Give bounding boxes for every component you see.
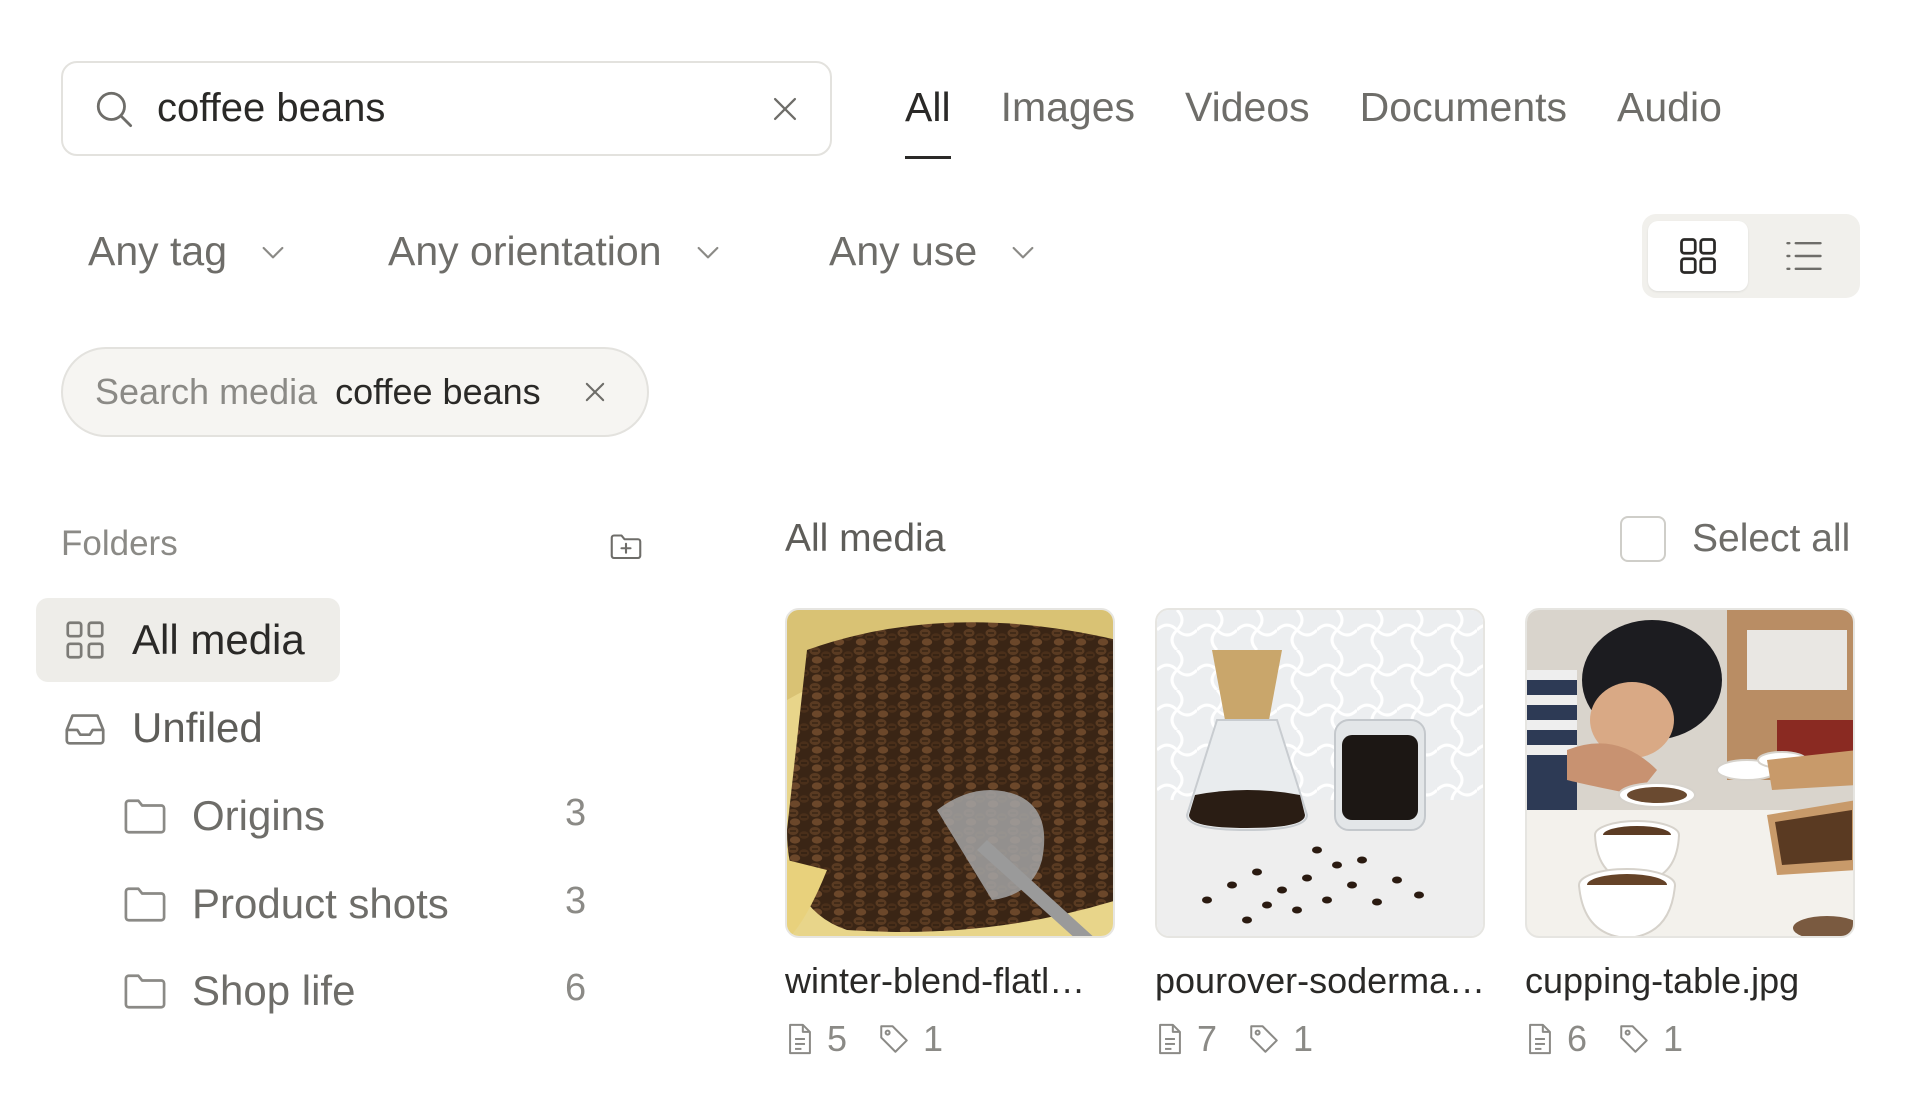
- grid-icon: [62, 617, 108, 663]
- folder-icon: [122, 883, 168, 925]
- orientation-filter-dropdown[interactable]: Any orientation: [388, 228, 724, 275]
- page-count: 5: [827, 1018, 848, 1059]
- media-meta: 7 1: [1155, 1018, 1485, 1060]
- sidebar-item-unfiled[interactable]: Unfiled: [62, 704, 263, 752]
- media-meta: 6 1: [1525, 1018, 1855, 1060]
- folder-count: 3: [565, 792, 587, 834]
- tab-audio[interactable]: Audio: [1617, 84, 1722, 159]
- media-thumbnail[interactable]: [1155, 608, 1485, 938]
- tab-all[interactable]: All: [905, 84, 951, 159]
- folder-label: Shop life: [192, 967, 356, 1014]
- use-filter-label: Any use: [829, 228, 978, 274]
- tag-icon: [877, 1022, 911, 1056]
- media-type-tabs: All Images Videos Documents Audio: [905, 84, 1722, 159]
- folders-heading: Folders: [61, 524, 178, 563]
- new-folder-icon[interactable]: [607, 528, 645, 564]
- search-query-chip: Search media coffee beans: [61, 347, 649, 437]
- media-filename: cupping-table.jpg: [1525, 960, 1800, 1001]
- view-toggle: [1642, 214, 1860, 298]
- document-icon: [785, 1022, 815, 1056]
- query-chip-label: Search media: [95, 371, 318, 412]
- document-icon: [1525, 1022, 1555, 1056]
- folder-count: 6: [565, 967, 587, 1009]
- tag-filter-dropdown[interactable]: Any tag: [88, 228, 289, 275]
- sidebar-folder-shop-life[interactable]: Shop life: [122, 967, 355, 1015]
- folder-icon: [122, 970, 168, 1012]
- folder-icon: [122, 795, 168, 837]
- cupping-table-image: [1527, 610, 1853, 936]
- select-all-label: Select all: [1692, 517, 1851, 560]
- section-title: All media: [785, 517, 946, 560]
- tag-count: 1: [923, 1018, 944, 1059]
- media-meta: 5 1: [785, 1018, 1115, 1060]
- clear-search-icon[interactable]: [768, 92, 802, 126]
- sidebar-item-all-media[interactable]: All media: [36, 598, 340, 682]
- folder-label: Origins: [192, 792, 326, 839]
- list-icon: [1782, 234, 1826, 278]
- tab-images[interactable]: Images: [1001, 84, 1135, 159]
- tag-filter-label: Any tag: [88, 228, 228, 274]
- pour-over-image: [1157, 610, 1483, 936]
- select-all-checkbox[interactable]: Select all: [1620, 516, 1850, 562]
- media-filename: pourover-soderma…: [1155, 960, 1486, 1001]
- media-thumbnail[interactable]: [1525, 608, 1855, 938]
- search-icon: [93, 88, 135, 130]
- tab-documents[interactable]: Documents: [1360, 84, 1567, 159]
- search-box[interactable]: coffee beans: [61, 61, 832, 156]
- sidebar-item-label: All media: [132, 616, 305, 663]
- chevron-down-icon: [257, 236, 289, 268]
- query-chip-value: coffee beans: [335, 371, 541, 412]
- tag-icon: [1247, 1022, 1281, 1056]
- document-icon: [1155, 1022, 1185, 1056]
- sidebar-folder-product-shots[interactable]: Product shots: [122, 880, 449, 928]
- tag-icon: [1617, 1022, 1651, 1056]
- media-filename: winter-blend-flatl…: [785, 960, 1086, 1001]
- page-count: 6: [1567, 1018, 1588, 1059]
- folder-count: 3: [565, 880, 587, 922]
- search-input[interactable]: coffee beans: [157, 86, 768, 131]
- page-count: 7: [1197, 1018, 1218, 1059]
- media-thumbnail[interactable]: [785, 608, 1115, 938]
- grid-view-button[interactable]: [1648, 221, 1748, 291]
- tag-count: 1: [1663, 1018, 1684, 1059]
- checkbox[interactable]: [1620, 516, 1666, 562]
- orientation-filter-label: Any orientation: [388, 228, 662, 274]
- folder-label: Product shots: [192, 880, 449, 927]
- tab-videos[interactable]: Videos: [1185, 84, 1310, 159]
- media-card[interactable]: winter-blend-flatl… 5 1: [785, 608, 1115, 1060]
- media-card[interactable]: pourover-soderma… 7 1: [1155, 608, 1485, 1060]
- grid-icon: [1676, 234, 1720, 278]
- remove-query-icon[interactable]: [581, 378, 609, 406]
- tag-count: 1: [1293, 1018, 1314, 1059]
- inbox-icon: [62, 705, 108, 751]
- use-filter-dropdown[interactable]: Any use: [829, 228, 1039, 275]
- media-card[interactable]: cupping-table.jpg 6 1: [1525, 608, 1855, 1060]
- chevron-down-icon: [692, 236, 724, 268]
- chevron-down-icon: [1007, 236, 1039, 268]
- sidebar-item-label: Unfiled: [132, 704, 263, 751]
- sidebar-folder-origins[interactable]: Origins: [122, 792, 325, 840]
- coffee-beans-image: [787, 610, 1113, 936]
- list-view-button[interactable]: [1754, 221, 1854, 291]
